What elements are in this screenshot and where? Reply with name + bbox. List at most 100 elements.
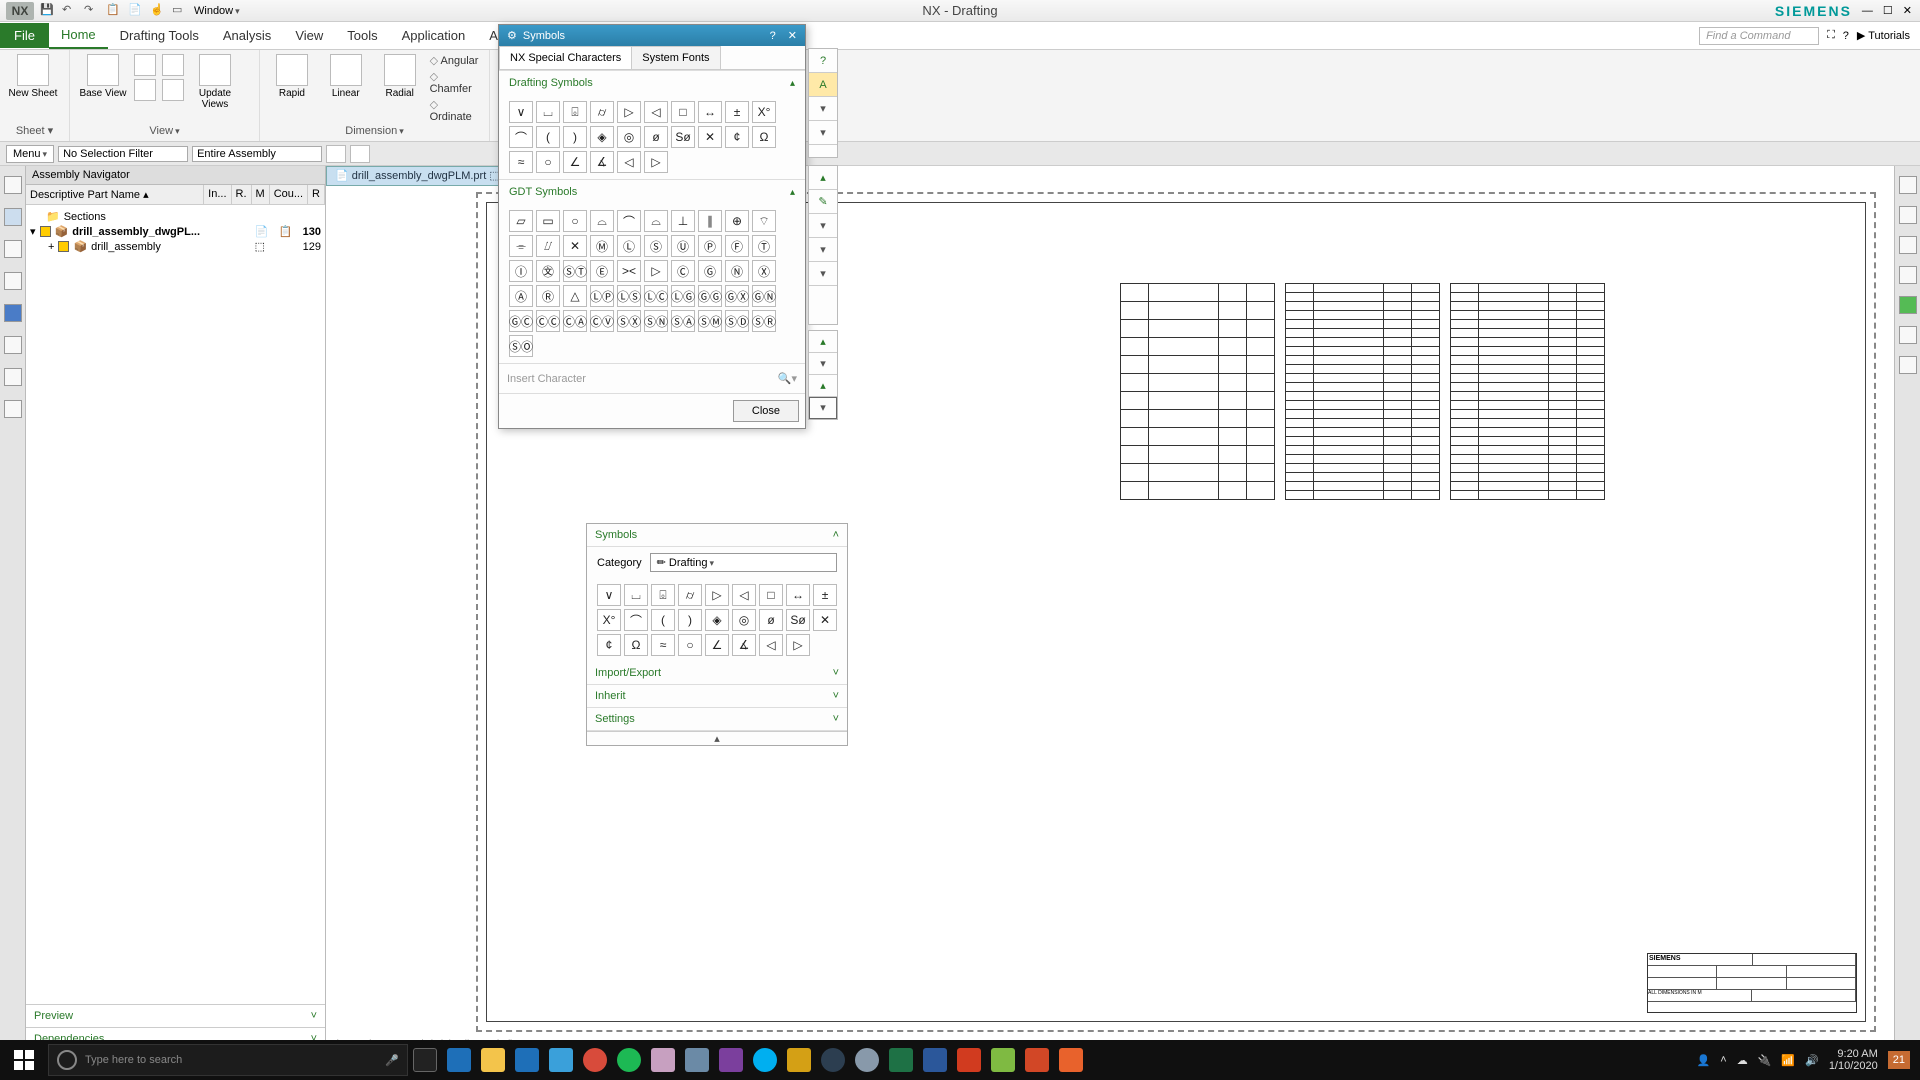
symbol-button[interactable]: ◁ (617, 151, 641, 173)
tb-app7[interactable] (986, 1040, 1020, 1080)
sp-import-export[interactable]: Import/Export˅ (587, 662, 847, 685)
rail-web-icon[interactable] (4, 304, 22, 322)
symbol-button[interactable]: ⓈⓃ (644, 310, 668, 332)
collapser-expand-5[interactable] (809, 262, 837, 286)
col-m[interactable]: M (252, 185, 270, 204)
insert-go-icon[interactable]: 🔍▾ (778, 372, 797, 385)
collapser-expand-6[interactable] (809, 353, 837, 375)
symbol-button[interactable]: Ⓐ (509, 285, 533, 307)
symbol-button[interactable]: ▷ (644, 151, 668, 173)
sp-settings[interactable]: Settings˅ (587, 708, 847, 731)
symbol-button[interactable]: ㉆ (536, 260, 560, 282)
symbol-button[interactable]: ⌻ (563, 101, 587, 123)
sp-inherit[interactable]: Inherit˅ (587, 685, 847, 708)
symbol-button[interactable]: ⓁⓈ (617, 285, 641, 307)
symbol-button[interactable]: ⒸⒶ (563, 310, 587, 332)
window-menu[interactable]: Window (194, 5, 240, 17)
symbol-button[interactable]: ø (644, 126, 668, 148)
symbol-button[interactable]: ⒼⒸ (509, 310, 533, 332)
symbol-button[interactable]: ▷ (617, 101, 641, 123)
symbol-button[interactable]: ⒼⒼ (698, 285, 722, 307)
angular-dim-button[interactable]: Angular (430, 54, 481, 67)
symbol-button[interactable]: ⊕ (725, 210, 749, 232)
help-icon[interactable]: ? (1843, 30, 1849, 42)
tb-edge[interactable] (442, 1040, 476, 1080)
symbol-button[interactable]: ↔ (698, 101, 722, 123)
tab-drafting-tools[interactable]: Drafting Tools (108, 23, 211, 48)
rr-icon-1[interactable] (1899, 176, 1917, 194)
symbol-button[interactable]: ≈ (651, 634, 675, 656)
symbol-button[interactable]: ¢ (597, 634, 621, 656)
minimize-icon[interactable]: — (1862, 5, 1873, 17)
rail-sheet-icon[interactable] (4, 400, 22, 418)
copy-icon[interactable]: 📋 (106, 3, 122, 19)
symbol-button[interactable]: X° (597, 609, 621, 631)
tab-home[interactable]: Home (49, 22, 108, 49)
close-icon[interactable]: ✕ (1903, 4, 1912, 17)
collapser-up-2[interactable] (809, 331, 837, 353)
tb-ie[interactable] (544, 1040, 578, 1080)
symbol-button[interactable]: ⒸⒸ (536, 310, 560, 332)
selection-scope[interactable]: Entire Assembly (192, 146, 322, 162)
insert-character-field[interactable]: Insert Character (507, 373, 586, 385)
rail-constraint-icon[interactable] (4, 240, 22, 258)
symbol-button[interactable]: □ (759, 584, 783, 606)
symbol-button[interactable]: ) (678, 609, 702, 631)
rr-icon-7[interactable] (1899, 356, 1917, 374)
symbol-button[interactable]: ⌯ (509, 235, 533, 257)
tb-app3[interactable] (782, 1040, 816, 1080)
symbol-button[interactable]: ) (563, 126, 587, 148)
maximize-icon[interactable]: ☐ (1883, 4, 1893, 17)
tb-onenote[interactable] (714, 1040, 748, 1080)
tree-row-root[interactable]: ▾📦 drill_assembly_dwgPL... 📄📋 130 (30, 224, 321, 239)
symbol-button[interactable]: >< (617, 260, 641, 282)
symbol-button[interactable]: ◁ (732, 584, 756, 606)
symbol-button[interactable]: ▱ (509, 210, 533, 232)
tb-spotify[interactable] (612, 1040, 646, 1080)
col-name[interactable]: Descriptive Part Name ▴ (26, 185, 204, 204)
symbol-button[interactable]: ▷ (786, 634, 810, 656)
group-view-label[interactable]: View (78, 123, 251, 137)
view-btn-2[interactable] (134, 79, 156, 101)
view-btn-3[interactable] (162, 54, 184, 76)
tb-app8[interactable] (1054, 1040, 1088, 1080)
collapser-up-1[interactable] (809, 166, 837, 190)
gear-icon[interactable]: ⚙ (507, 29, 517, 42)
tb-ppt[interactable] (1020, 1040, 1054, 1080)
symbol-button[interactable]: Ⓣ (752, 235, 776, 257)
chamfer-dim-button[interactable]: Chamfer (430, 70, 481, 95)
tb-outlook[interactable] (510, 1040, 544, 1080)
rail-history-icon[interactable] (4, 336, 22, 354)
col-r2[interactable]: R (308, 185, 325, 204)
symbol-button[interactable]: Ⓢ (644, 235, 668, 257)
symbol-button[interactable]: ◎ (617, 126, 641, 148)
symbol-button[interactable]: ○ (563, 210, 587, 232)
symbol-button[interactable]: ⒼⓃ (752, 285, 776, 307)
symbol-button[interactable]: Ⓒ (671, 260, 695, 282)
symbol-button[interactable]: ✕ (813, 609, 837, 631)
tab-nx-special[interactable]: NX Special Characters (499, 46, 632, 69)
rail-roles-icon[interactable] (4, 368, 22, 386)
tab-tools[interactable]: Tools (335, 23, 389, 48)
symbol-button[interactable]: ⓈⓂ (698, 310, 722, 332)
symbol-button[interactable]: ⓁⒸ (644, 285, 668, 307)
collapser-expand-2[interactable] (809, 121, 837, 145)
tb-app2[interactable] (680, 1040, 714, 1080)
symbol-button[interactable]: Sø (671, 126, 695, 148)
symbol-button[interactable]: ∡ (590, 151, 614, 173)
symbol-button[interactable]: ▷ (705, 584, 729, 606)
task-view-icon[interactable] (408, 1040, 442, 1080)
symbol-button[interactable]: ∡ (732, 634, 756, 656)
symbol-button[interactable]: ( (651, 609, 675, 631)
rapid-dim-button[interactable]: Rapid (268, 54, 316, 99)
linear-dim-button[interactable]: Linear (322, 54, 370, 99)
tray-cloud-icon[interactable]: ☁ (1737, 1054, 1748, 1067)
preview-section[interactable]: Preview˅ (26, 1004, 325, 1027)
menu-button[interactable]: Menu (6, 145, 54, 163)
taskbar-search[interactable]: Type here to search🎤 (48, 1044, 408, 1076)
symbol-button[interactable]: ⌻ (651, 584, 675, 606)
tray-people-icon[interactable]: 👤 (1697, 1054, 1711, 1067)
symbol-button[interactable]: ⊥ (671, 210, 695, 232)
tray-up-icon[interactable]: ˄ (1720, 1054, 1726, 1066)
symbol-button[interactable]: ∨ (509, 101, 533, 123)
